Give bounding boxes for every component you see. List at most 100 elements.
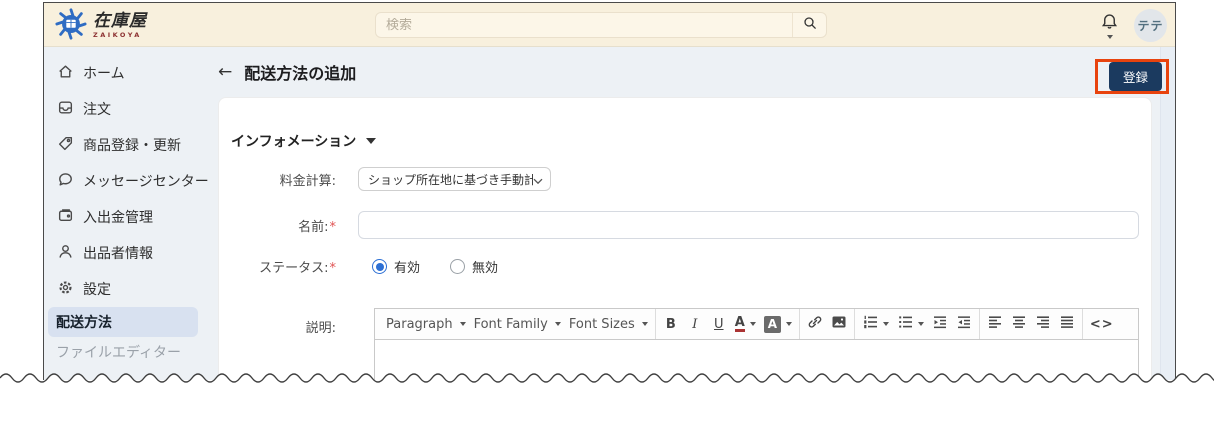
status-row: ステータス:* 有効 無効 <box>231 257 1139 276</box>
paragraph-dropdown[interactable]: Paragraph <box>382 311 470 337</box>
sidebar-item-shipping-methods[interactable]: 配送方法 <box>48 307 198 337</box>
italic-button[interactable]: I <box>683 311 707 337</box>
align-center-icon <box>1011 314 1027 334</box>
editor-toolbar: Paragraph Font Family Font Sizes B I U A… <box>374 308 1139 340</box>
align-left-button[interactable] <box>983 311 1007 337</box>
home-icon <box>57 63 74 84</box>
name-row: 名前:* <box>231 211 1139 239</box>
chevron-down-icon <box>533 170 543 189</box>
fee-calc-select[interactable]: ショップ所在地に基づき手動計算 <box>358 167 551 191</box>
sidebar-item-products[interactable]: 商品登録・更新 <box>44 127 205 163</box>
align-center-button[interactable] <box>1007 311 1031 337</box>
insert-image-button[interactable] <box>827 311 851 337</box>
bell-icon <box>1100 12 1119 35</box>
search-box <box>375 12 827 38</box>
chevron-down-icon <box>917 322 924 326</box>
chevron-down-icon <box>459 322 466 326</box>
message-icon <box>57 171 74 192</box>
notifications-button[interactable] <box>1100 12 1119 39</box>
section-toggle[interactable]: インフォメーション <box>231 131 1139 151</box>
bold-button[interactable]: B <box>659 311 683 337</box>
status-radio-enabled[interactable]: 有効 <box>372 257 420 276</box>
back-button[interactable]: ← <box>218 63 232 81</box>
sidebar-item-messages[interactable]: メッセージセンター <box>44 163 209 199</box>
sidebar-item-payments[interactable]: 入出金管理 <box>44 199 205 235</box>
logo-title: 在庫屋 <box>93 11 147 32</box>
orders-icon <box>57 99 74 120</box>
background-color-button[interactable]: A <box>760 311 796 337</box>
align-justify-button[interactable] <box>1055 311 1079 337</box>
align-justify-icon <box>1059 314 1075 334</box>
sidebar-item-label: 出品者情報 <box>83 246 153 262</box>
sidebar-item-label: 配送方法 <box>56 315 112 331</box>
status-label: ステータス:* <box>259 261 337 276</box>
radio-label: 無効 <box>472 261 499 276</box>
radio-label: 有効 <box>394 261 421 276</box>
fee-calc-label: 料金計算: <box>279 173 336 189</box>
radio-unselected-icon <box>450 259 466 274</box>
align-right-button[interactable] <box>1031 311 1055 337</box>
sidebar-item-label: 注文 <box>83 102 111 118</box>
form-card: インフォメーション 料金計算: ショップ所在地に基づき手動計算 名前:* ステー… <box>218 97 1152 380</box>
product-tag-icon <box>57 135 74 156</box>
sidebar-item-file-editor[interactable]: ファイルエディター <box>48 337 198 367</box>
sidebar: ホーム 注文 商品登録・更新 メッセージセンター 入出金管理 出品者情報 設定 … <box>44 47 209 380</box>
align-right-icon <box>1035 314 1051 334</box>
status-radio-disabled[interactable]: 無効 <box>450 257 498 276</box>
collapse-triangle-icon <box>366 138 377 144</box>
fee-calc-selected-value: ショップ所在地に基づき手動計算 <box>368 172 533 187</box>
app-logo[interactable]: 在庫屋 ZAIKOYA <box>55 8 147 44</box>
required-asterisk: * <box>329 261 337 276</box>
background-color-icon: A <box>763 315 781 333</box>
sidebar-item-label: 入出金管理 <box>83 210 153 226</box>
bell-caret-icon <box>1106 34 1113 39</box>
chevron-down-icon <box>882 322 889 326</box>
chevron-down-icon <box>554 322 561 326</box>
image-icon <box>831 314 847 334</box>
outdent-button[interactable] <box>952 311 976 337</box>
required-asterisk: * <box>329 219 337 235</box>
fee-calc-row: 料金計算: ショップ所在地に基づき手動計算 <box>231 167 1139 191</box>
chevron-down-icon <box>749 322 756 326</box>
name-input[interactable] <box>358 211 1139 239</box>
text-color-icon: A <box>734 315 745 332</box>
app-window: 在庫屋 ZAIKOYA 検索 テテ ホーム 注文 商品登録・更新 メッセージセン… <box>43 2 1176 380</box>
name-label: 名前:* <box>298 219 337 235</box>
sidebar-item-home[interactable]: ホーム <box>44 55 205 91</box>
bullet-list-button[interactable] <box>893 311 928 337</box>
user-avatar[interactable]: テテ <box>1134 8 1167 42</box>
indent-button[interactable] <box>928 311 952 337</box>
text-color-button[interactable]: A <box>731 311 760 337</box>
underline-button[interactable]: U <box>707 311 731 337</box>
search-input[interactable] <box>376 17 792 33</box>
sidebar-item-label: メッセージセンター <box>83 174 209 190</box>
numbered-list-icon <box>862 314 878 334</box>
logo-subtitle: ZAIKOYA <box>93 31 142 40</box>
link-icon <box>807 314 823 334</box>
align-left-icon <box>987 314 1003 334</box>
torn-edge-wave <box>0 373 1214 428</box>
topbar-right: テテ <box>1100 3 1167 47</box>
outdent-icon <box>956 314 972 334</box>
sidebar-item-seller-info[interactable]: 出品者情報 <box>44 235 205 271</box>
scrollbar-track[interactable] <box>1160 47 1175 380</box>
sidebar-item-label: 商品登録・更新 <box>83 138 181 154</box>
gear-icon <box>57 279 74 300</box>
sidebar-item-orders[interactable]: 注文 <box>44 91 205 127</box>
indent-icon <box>932 314 948 334</box>
chevron-down-icon <box>785 322 792 326</box>
register-button[interactable]: 登録 <box>1108 62 1162 91</box>
chevron-down-icon <box>641 322 648 326</box>
section-title: インフォメーション <box>231 134 357 150</box>
numbered-list-button[interactable] <box>858 311 893 337</box>
search-button[interactable] <box>792 13 826 37</box>
sidebar-item-settings[interactable]: 設定 <box>44 271 205 307</box>
font-family-dropdown[interactable]: Font Family <box>470 311 565 337</box>
sidebar-item-label: ファイルエディター <box>56 345 182 361</box>
annotation-highlight-box: 登録 <box>1095 59 1169 94</box>
insert-link-button[interactable] <box>803 311 827 337</box>
bullet-list-icon <box>897 314 913 334</box>
page-title: 配送方法の追加 <box>244 64 357 83</box>
font-sizes-dropdown[interactable]: Font Sizes <box>565 311 652 337</box>
source-code-button[interactable]: <> <box>1086 311 1118 337</box>
